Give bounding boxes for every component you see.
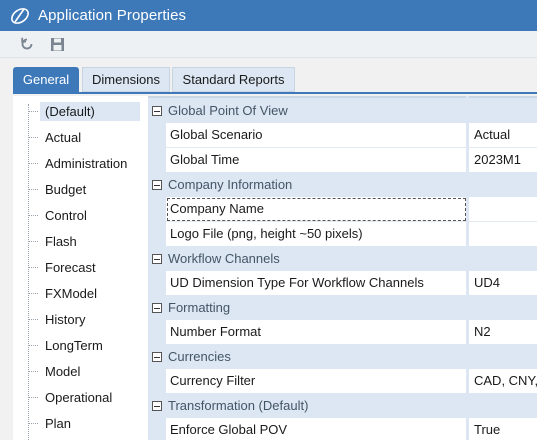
tree-item-label: Administration (45, 155, 128, 171)
property-row-enforce-global-pov[interactable]: Enforce Global POV True (148, 418, 537, 440)
category-workflow-channels[interactable]: Workflow Channels (148, 246, 537, 271)
property-name: Global Scenario (166, 123, 467, 148)
tree-item-control[interactable]: Control (28, 203, 145, 227)
property-value[interactable]: True (469, 418, 537, 440)
property-grid: Global Point Of View Global Scenario Act… (148, 96, 537, 440)
save-button[interactable] (46, 33, 68, 55)
tree-item-administration[interactable]: Administration (28, 151, 145, 175)
property-row-global-time[interactable]: Global Time 2023M1 (148, 148, 537, 173)
property-row-global-scenario[interactable]: Global Scenario Actual (148, 123, 537, 148)
tree-item-label: Budget (45, 181, 87, 197)
tree-item-fxmodel[interactable]: FXModel (28, 281, 145, 305)
tree-item-forecast[interactable]: Forecast (28, 255, 145, 279)
refresh-button[interactable] (16, 33, 38, 55)
category-label: Transformation (Default) (168, 398, 309, 413)
property-name: Enforce Global POV (166, 418, 467, 440)
tab-general[interactable]: General (13, 67, 79, 92)
tab-underline (13, 92, 537, 94)
property-value[interactable]: N2 (469, 320, 537, 345)
property-name: Global Time (166, 148, 467, 173)
category-label: Workflow Channels (168, 251, 280, 266)
category-transformation-default[interactable]: Transformation (Default) (148, 393, 537, 418)
title-bar: Application Properties (0, 0, 537, 31)
property-name: Currency Filter (166, 369, 467, 394)
property-value[interactable]: UD4 (469, 271, 537, 296)
tab-strip: General Dimensions Standard Reports (0, 58, 537, 94)
tree-item-label: Operational (45, 389, 113, 405)
property-row-company-name[interactable]: Company Name (148, 197, 537, 222)
tree-item-default[interactable]: (Default) (28, 99, 145, 123)
category-label: Global Point Of View (168, 103, 288, 118)
category-label: Currencies (168, 349, 231, 364)
tree-item-operational[interactable]: Operational (28, 385, 145, 409)
property-name: Number Format (166, 320, 467, 345)
tree-item-label: Plan (45, 415, 72, 431)
tab-dimensions[interactable]: Dimensions (82, 67, 170, 92)
tree-item-plan[interactable]: Plan (28, 411, 145, 435)
row-gutter (148, 123, 166, 148)
tree-item-label: Actual (45, 129, 82, 145)
tree-item-history[interactable]: History (28, 307, 145, 331)
property-row-currency-filter[interactable]: Currency Filter CAD, CNY, (148, 369, 537, 394)
tree-item-label: Model (45, 363, 81, 379)
save-icon (50, 37, 64, 51)
category-global-point-of-view[interactable]: Global Point Of View (148, 98, 537, 123)
tree-item-label: History (45, 311, 86, 327)
category-company-information[interactable]: Company Information (148, 172, 537, 197)
property-name: Logo File (png, height ~50 pixels) (166, 222, 467, 247)
property-value[interactable]: 2023M1 (469, 148, 537, 173)
tab-standard-reports[interactable]: Standard Reports (172, 67, 295, 92)
tree-item-flash[interactable]: Flash (28, 229, 145, 253)
row-gutter (148, 197, 166, 222)
tree-item-longterm[interactable]: LongTerm (28, 333, 145, 357)
tree-item-label: Control (45, 207, 87, 223)
row-gutter (148, 271, 166, 296)
category-currencies[interactable]: Currencies (148, 344, 537, 369)
app-logo-icon (8, 4, 32, 28)
property-value[interactable] (469, 222, 537, 247)
collapse-toggle-icon[interactable] (152, 401, 162, 411)
row-gutter (148, 418, 166, 440)
property-name: UD Dimension Type For Workflow Channels (166, 271, 467, 296)
collapse-toggle-icon[interactable] (152, 106, 162, 116)
tree-item-label: Forecast (45, 259, 96, 275)
tree-item-model[interactable]: Model (28, 359, 145, 383)
category-label: Company Information (168, 177, 293, 192)
row-gutter (148, 148, 166, 173)
tree-item-label: (Default) (40, 101, 140, 121)
row-gutter (148, 320, 166, 345)
refresh-icon (21, 37, 33, 50)
category-formatting[interactable]: Formatting (148, 295, 537, 320)
property-row-ud-dimension-type[interactable]: UD Dimension Type For Workflow Channels … (148, 271, 537, 296)
window-title: Application Properties (38, 7, 187, 24)
property-row-logo-file[interactable]: Logo File (png, height ~50 pixels) (148, 222, 537, 247)
property-row-number-format[interactable]: Number Format N2 (148, 320, 537, 345)
row-gutter (148, 369, 166, 394)
content-panel: (Default) Actual Administration Budget C… (13, 96, 537, 440)
category-label: Formatting (168, 300, 231, 315)
property-name: Company Name (166, 197, 467, 222)
toolbar (0, 31, 537, 58)
column-splitter[interactable] (466, 96, 469, 440)
collapse-toggle-icon[interactable] (152, 180, 162, 190)
tree-item-label: LongTerm (45, 337, 103, 353)
scenario-type-tree: (Default) Actual Administration Budget C… (13, 96, 145, 440)
tree-item-actual[interactable]: Actual (28, 125, 145, 149)
property-value[interactable]: CAD, CNY, (469, 369, 537, 394)
tree-item-label: Flash (45, 233, 77, 249)
tree-item-label: FXModel (45, 285, 98, 301)
tree-item-budget[interactable]: Budget (28, 177, 145, 201)
collapse-toggle-icon[interactable] (152, 352, 162, 362)
property-value[interactable]: Actual (469, 123, 537, 148)
collapse-toggle-icon[interactable] (152, 254, 162, 264)
collapse-toggle-icon[interactable] (152, 303, 162, 313)
property-value[interactable] (469, 197, 537, 222)
row-gutter (148, 222, 166, 247)
